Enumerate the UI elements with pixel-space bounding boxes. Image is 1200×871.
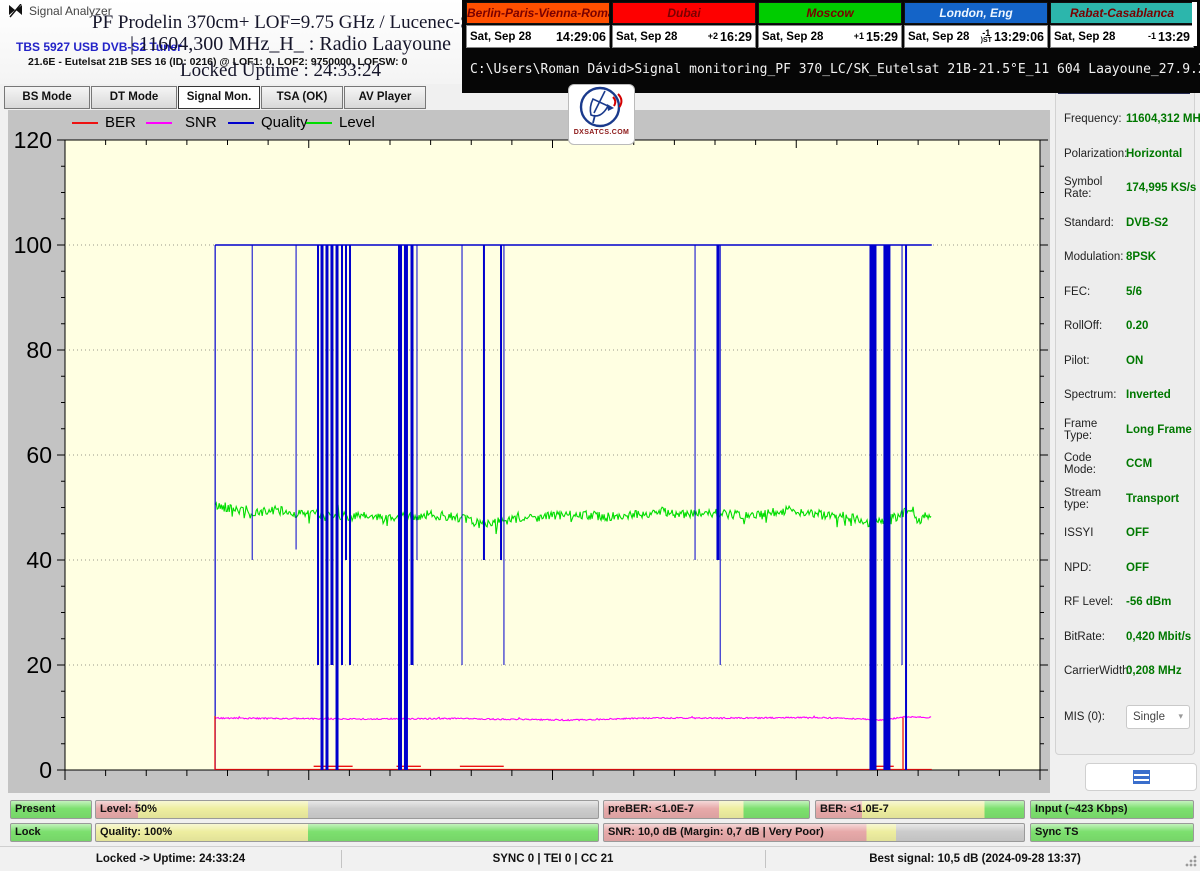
clock-rabat: Rabat-Casablanca Sat, Sep 28 -1 13:29 bbox=[1050, 2, 1194, 48]
svg-text:20: 20 bbox=[26, 652, 52, 678]
clock-date: Sat, Sep 28 bbox=[470, 31, 531, 43]
status-bar: Locked -> Uptime: 24:33:24 SYNC 0 | TEI … bbox=[0, 846, 1200, 871]
param-frame-type: Frame Type:Long Frame bbox=[1056, 413, 1194, 448]
param-spectrum: Spectrum:Inverted bbox=[1056, 378, 1194, 413]
svg-text:120: 120 bbox=[14, 127, 52, 153]
clock-time: 15:29 bbox=[866, 30, 898, 44]
clock-city-label: Berlin-Paris-Vienna-Roma bbox=[466, 2, 610, 24]
clock-moscow: Moscow Sat, Sep 28 +1 15:29 bbox=[758, 2, 902, 48]
clock-city-label: Moscow bbox=[758, 2, 902, 24]
clock-date: Sat, Sep 28 bbox=[908, 31, 969, 43]
clock-berlin: Berlin-Paris-Vienna-Roma Sat, Sep 28 14:… bbox=[466, 2, 610, 48]
param-mis: MIS (0): Single ▾ bbox=[1056, 700, 1194, 735]
param-bitrate: BitRate:0,420 Mbit/s bbox=[1056, 620, 1194, 655]
param-code-mode: Code Mode:CCM bbox=[1056, 447, 1194, 482]
clock-dubai: Dubai Sat, Sep 28 +2 16:29 bbox=[612, 2, 756, 48]
signal-chart-panel: BER SNR Quality Level 020406080100120 bbox=[8, 110, 1050, 793]
ber-meter: BER: <1.0E-7 bbox=[815, 800, 1025, 819]
clock-city-label: London, Eng bbox=[904, 2, 1048, 24]
param-issyi: ISSYIOFF bbox=[1056, 516, 1194, 551]
logo-text: DXSATCS.COM bbox=[574, 129, 630, 136]
param-standard: Standard:DVB-S2 bbox=[1056, 206, 1194, 241]
resize-grip[interactable] bbox=[1185, 855, 1197, 867]
param-npd: NPD:OFF bbox=[1056, 551, 1194, 586]
clock-city-label: Dubai bbox=[612, 2, 756, 24]
window-header: Signal Analyzer PF Prodelin 370cm+ LOF=9… bbox=[0, 0, 462, 84]
param-rolloff: RollOff:0.20 bbox=[1056, 309, 1194, 344]
annotation-frequency: | 11604,300 MHz_H_ : Radio Laayoune bbox=[130, 33, 451, 56]
svg-text:0: 0 bbox=[39, 757, 52, 783]
status-best-signal: Best signal: 10,5 dB (2024-09-28 13:37) bbox=[765, 847, 1185, 871]
chevron-down-icon: ▾ bbox=[1178, 711, 1183, 722]
tab-dt-mode[interactable]: DT Mode bbox=[91, 86, 177, 109]
app-icon bbox=[8, 4, 23, 18]
locked-uptime: Locked Uptime : 24:33:24 bbox=[180, 60, 381, 82]
tab-tsa[interactable]: TSA (OK) bbox=[261, 86, 343, 109]
param-carrier-width: CarrierWidth:0,208 MHz bbox=[1056, 654, 1194, 689]
param-modulation: Modulation:8PSK bbox=[1056, 240, 1194, 275]
param-symbol-rate: Symbol Rate:174,995 KS/s bbox=[1056, 171, 1194, 206]
mis-dropdown[interactable]: Single ▾ bbox=[1126, 705, 1190, 729]
tab-signal-mon[interactable]: Signal Mon. bbox=[178, 86, 260, 109]
svg-text:40: 40 bbox=[26, 547, 52, 573]
clock-date: Sat, Sep 28 bbox=[1054, 31, 1115, 43]
satellite-dish-icon bbox=[577, 85, 627, 131]
clock-time: 13:29 bbox=[1158, 30, 1190, 44]
param-polarization: Polarization:Horizontal bbox=[1056, 137, 1194, 172]
svg-text:100: 100 bbox=[14, 232, 52, 258]
signal-monitoring-plot: 0 20 40 60 80 100 120 bbox=[8, 110, 1050, 798]
snr-meter: SNR: 10,0 dB (Margin: 0,7 dB | Very Poor… bbox=[603, 823, 1025, 842]
clock-time: 16:29 bbox=[720, 30, 752, 44]
level-meter: Level: 50% bbox=[95, 800, 599, 819]
server-list-icon bbox=[1133, 770, 1150, 784]
param-rf-level: RF Level:-56 dBm bbox=[1056, 585, 1194, 620]
console-overlay: Berlin-Paris-Vienna-Roma Sat, Sep 28 14:… bbox=[462, 0, 1200, 93]
mode-tabs: BS Mode DT Mode Signal Mon. TSA (OK) AV … bbox=[0, 84, 462, 110]
quality-meter: Quality: 100% bbox=[95, 823, 599, 842]
clock-time: 13:29:06 bbox=[994, 30, 1044, 44]
present-indicator: Present bbox=[10, 800, 92, 819]
clock-offset: +2 bbox=[708, 33, 718, 40]
command-prompt-text: C:\Users\Roman Dávid>Signal monitoring_P… bbox=[470, 62, 1200, 77]
svg-text:80: 80 bbox=[26, 337, 52, 363]
clock-london: London, Eng Sat, Sep 28 -1)ST 13:29:06 bbox=[904, 2, 1048, 48]
stream-settings-button[interactable] bbox=[1085, 763, 1197, 791]
clock-offset: +1 bbox=[854, 33, 864, 40]
input-rate-indicator: Input (~423 Kbps) bbox=[1030, 800, 1194, 819]
clock-table-edge bbox=[1192, 2, 1197, 46]
signal-meters: Present Level: 50% preBER: <1.0E-7 BER: … bbox=[0, 795, 1200, 846]
dxsatcs-logo: DXSATCS.COM bbox=[568, 84, 635, 145]
clock-offset: -1 bbox=[1148, 33, 1156, 40]
param-frequency: Frequency:11604,312 MHz bbox=[1056, 102, 1194, 137]
sync-ts-indicator: Sync TS bbox=[1030, 823, 1194, 842]
tab-bs-mode[interactable]: BS Mode bbox=[4, 86, 90, 109]
clock-city-label: Rabat-Casablanca bbox=[1050, 2, 1194, 24]
status-sync-counters: SYNC 0 | TEI 0 | CC 21 bbox=[341, 847, 765, 871]
clock-date: Sat, Sep 28 bbox=[616, 31, 677, 43]
status-locked-uptime: Locked -> Uptime: 24:33:24 bbox=[0, 847, 341, 871]
transponder-params-panel: Frequency:11604,312 MHz Polarization:Hor… bbox=[1055, 85, 1195, 755]
svg-text:60: 60 bbox=[26, 442, 52, 468]
param-pilot: Pilot:ON bbox=[1056, 344, 1194, 379]
param-stream-type: Stream type:Transport bbox=[1056, 482, 1194, 517]
clock-time: 14:29:06 bbox=[556, 30, 606, 44]
world-clocks: Berlin-Paris-Vienna-Roma Sat, Sep 28 14:… bbox=[466, 2, 1194, 48]
param-fec: FEC:5/6 bbox=[1056, 275, 1194, 310]
tab-av-player[interactable]: AV Player bbox=[344, 86, 426, 109]
clock-offset: -1 bbox=[982, 30, 990, 37]
clock-date: Sat, Sep 28 bbox=[762, 31, 823, 43]
lock-indicator: Lock bbox=[10, 823, 92, 842]
preber-meter: preBER: <1.0E-7 bbox=[603, 800, 810, 819]
